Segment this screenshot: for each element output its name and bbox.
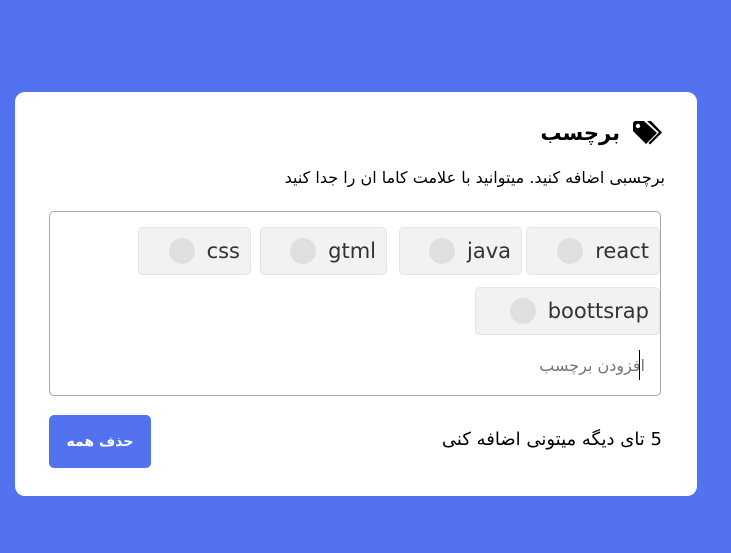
tag-label: java bbox=[467, 239, 511, 263]
tag-chip: css bbox=[138, 227, 251, 275]
tag-label: react bbox=[595, 239, 649, 263]
text-caret bbox=[639, 350, 640, 380]
page-title: برچسب bbox=[540, 121, 620, 145]
remove-tag-icon[interactable] bbox=[290, 238, 317, 264]
tag-chip: boottsrap bbox=[475, 287, 660, 335]
remove-tag-icon[interactable] bbox=[557, 238, 584, 264]
remove-all-button[interactable]: حذف همه bbox=[49, 415, 151, 468]
tag-chip: react bbox=[526, 227, 660, 275]
tag-label: gtml bbox=[328, 239, 376, 263]
tag-input[interactable] bbox=[425, 350, 645, 380]
instructions-text: برچسبی اضافه کنید. میتوانید با علامت کام… bbox=[284, 168, 665, 187]
remove-tag-icon[interactable] bbox=[429, 238, 455, 264]
tag-label: boottsrap bbox=[547, 299, 649, 323]
card-header: برچسب bbox=[540, 120, 662, 146]
remove-tag-icon[interactable] bbox=[168, 238, 195, 264]
remove-tag-icon[interactable] bbox=[509, 298, 536, 324]
tag-label: css bbox=[206, 239, 240, 263]
tags-icon bbox=[633, 121, 662, 145]
remaining-count-text: 5 تای دیگه میتونی اضافه کنی bbox=[441, 429, 662, 450]
tag-card: برچسب برچسبی اضافه کنید. میتوانید با علا… bbox=[15, 92, 697, 496]
tag-input-box[interactable]: react java gtml css boottsrap bbox=[49, 211, 661, 396]
tag-chip: gtml bbox=[260, 227, 387, 275]
tag-chip: java bbox=[399, 227, 522, 275]
